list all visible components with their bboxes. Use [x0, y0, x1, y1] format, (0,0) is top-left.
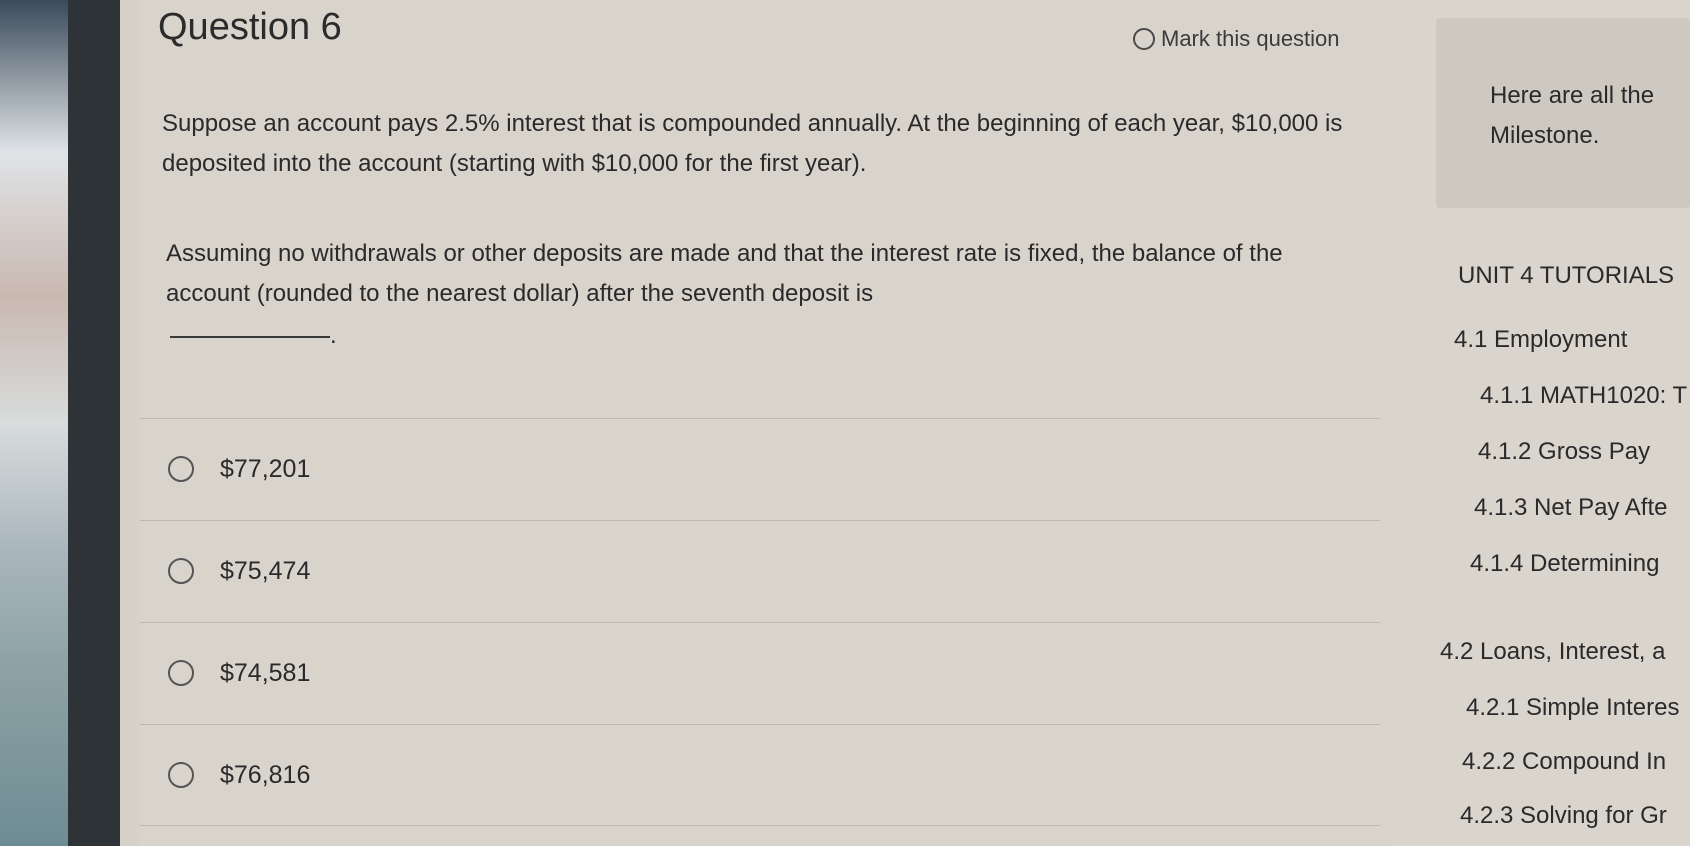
answer-option-label: $75,474 — [220, 556, 311, 585]
sidebar-item-4-1-3[interactable]: 4.1.3 Net Pay Afte — [1474, 494, 1667, 522]
answer-option-label: $74,581 — [220, 658, 311, 687]
question-paragraph-1: Suppose an account pays 2.5% interest th… — [162, 110, 1343, 177]
mark-circle-icon — [1133, 28, 1155, 50]
sidebar-heading: UNIT 4 TUTORIALS — [1458, 262, 1675, 289]
answer-option-4[interactable]: $76,816 — [140, 724, 1380, 826]
answer-option-2[interactable]: $75,474 — [140, 520, 1380, 621]
blank-period: . — [330, 322, 337, 349]
blank-line — [170, 335, 330, 338]
sidebar-item-4-2-2[interactable]: 4.2.2 Compound In — [1462, 748, 1666, 776]
question-paragraph-2: Assuming no withdrawals or other deposit… — [166, 240, 1283, 307]
answer-option-label: $76,816 — [220, 760, 311, 789]
sidebar-item-4-1-2[interactable]: 4.1.2 Gross Pay — [1478, 438, 1650, 466]
sidebar-item-4-2-1[interactable]: 4.2.1 Simple Interes — [1466, 694, 1679, 722]
question-title: Question 6 — [158, 6, 342, 48]
sidebar-intro-line-1: Here are all the — [1490, 82, 1655, 109]
sidebar-item-4-1[interactable]: 4.1 Employment — [1454, 326, 1627, 354]
answer-option-1[interactable]: $77,201 — [140, 418, 1380, 519]
radio-icon[interactable] — [168, 660, 194, 686]
sidebar-item-4-2-3[interactable]: 4.2.3 Solving for Gr — [1460, 802, 1667, 830]
radio-icon[interactable] — [168, 558, 194, 584]
sidebar-item-4-1-1[interactable]: 4.1.1 MATH1020: T — [1480, 382, 1687, 410]
sidebar-intro-line-2: Milestone. — [1490, 122, 1600, 149]
answer-option-3[interactable]: $74,581 — [140, 622, 1380, 723]
mark-question-button[interactable]: Mark this question — [1133, 26, 1340, 52]
answer-option-label: $77,201 — [220, 454, 311, 483]
answer-blank: . — [170, 322, 337, 350]
mark-question-label: Mark this question — [1161, 26, 1340, 51]
radio-icon[interactable] — [168, 762, 194, 788]
sidebar-intro-text: Here are all the Milestone. — [1490, 76, 1654, 156]
sidebar-item-4-1-4[interactable]: 4.1.4 Determining — [1470, 550, 1659, 578]
radio-icon[interactable] — [168, 456, 194, 482]
sidebar-item-4-2[interactable]: 4.2 Loans, Interest, a — [1440, 638, 1665, 666]
